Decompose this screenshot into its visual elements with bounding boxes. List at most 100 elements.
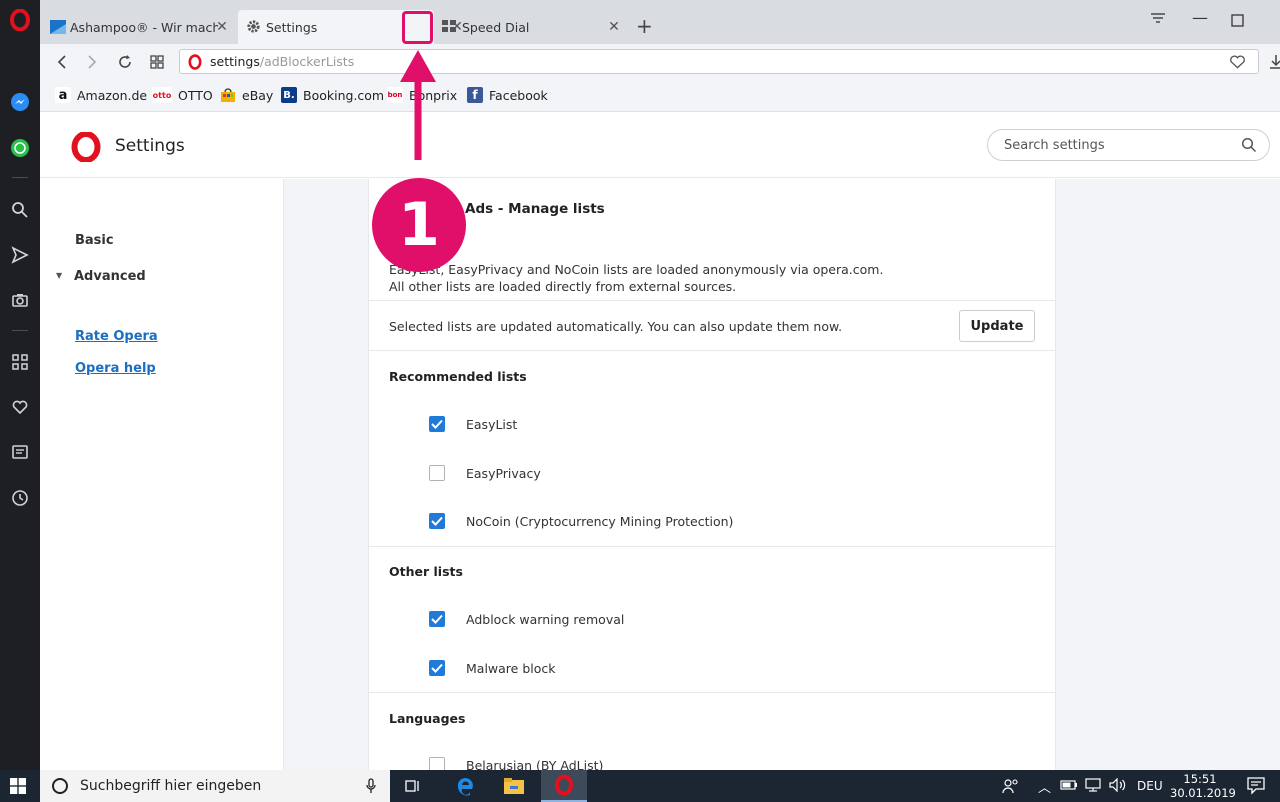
bonprix-icon: bon — [387, 87, 403, 103]
checkbox-nocoin[interactable] — [429, 513, 445, 529]
checkbox-malware-block[interactable] — [429, 660, 445, 676]
bookmark-bonprix[interactable]: bon Bonprix — [387, 87, 457, 103]
update-button[interactable]: Update — [959, 310, 1035, 342]
section-languages: Languages — [389, 711, 466, 726]
bookmark-label: Booking.com — [303, 87, 385, 103]
minimize-button[interactable]: — — [1192, 8, 1208, 27]
bookmark-label: Bonprix — [409, 87, 458, 103]
history-icon[interactable] — [8, 486, 32, 510]
settings-header: Settings Search settings — [40, 113, 1280, 178]
url-host: settings — [210, 54, 260, 69]
download-icon[interactable] — [1266, 52, 1280, 72]
nav-basic[interactable]: Basic — [75, 233, 114, 248]
card-title: Ads - Manage lists — [465, 201, 605, 217]
checkbox-easylist[interactable] — [429, 416, 445, 432]
messenger-icon[interactable] — [8, 90, 32, 114]
volume-icon[interactable] — [1108, 777, 1128, 795]
close-icon[interactable]: ✕ — [606, 19, 622, 35]
card-description: EasyList, EasyPrivacy and NoCoin lists a… — [389, 261, 883, 295]
tab-speed-dial[interactable]: Speed Dial ✕ — [434, 10, 630, 44]
opera-menu-icon[interactable] — [8, 8, 32, 32]
step-number-badge: 1 — [372, 178, 466, 272]
checkmark-icon — [431, 663, 443, 673]
bookmark-label: OTTO — [178, 87, 213, 103]
bookmarks-bar: a Amazon.de otto OTTO eBay B. Booking.co… — [40, 80, 1280, 112]
checkbox-adblock-warning-removal[interactable] — [429, 611, 445, 627]
new-tab-button[interactable]: + — [636, 14, 653, 38]
tab-label: Settings — [266, 19, 318, 35]
battery-icon[interactable] — [1060, 778, 1078, 795]
back-button[interactable] — [52, 52, 72, 72]
bookmark-booking[interactable]: B. Booking.com — [281, 87, 384, 103]
checkbox-label: Malware block — [466, 661, 556, 676]
opera-logo-icon — [555, 774, 573, 796]
forward-button[interactable] — [82, 52, 102, 72]
file-explorer-icon[interactable] — [502, 774, 526, 798]
address-toolbar: settings/adBlockerLists — [40, 44, 1280, 80]
nav-advanced[interactable]: Advanced — [74, 269, 146, 284]
checkmark-icon — [431, 419, 443, 429]
facebook-icon: f — [467, 87, 483, 103]
action-center-icon[interactable] — [1246, 776, 1266, 799]
taskbar-search-input[interactable]: Suchbegriff hier eingeben — [40, 770, 390, 802]
taskbar-opera-app[interactable] — [541, 770, 587, 802]
url-path: /adBlockerLists — [259, 54, 355, 69]
search-icon — [1241, 137, 1257, 157]
link-opera-help[interactable]: Opera help — [75, 361, 156, 376]
clock-date: 30.01.2019 — [1170, 786, 1236, 800]
edge-icon[interactable] — [453, 774, 477, 798]
section-recommended-lists: Recommended lists — [389, 369, 527, 384]
checkmark-icon — [431, 614, 443, 624]
chevron-up-icon[interactable]: ︿ — [1038, 777, 1051, 796]
taskbar-clock[interactable]: 15:51 30.01.2019 — [1170, 772, 1236, 800]
opera-logo-icon — [71, 131, 101, 166]
settings-left-nav: Basic ▼ Advanced Rate Opera Opera help — [40, 179, 284, 770]
link-rate-opera[interactable]: Rate Opera — [75, 329, 158, 344]
news-icon[interactable] — [8, 440, 32, 464]
send-icon[interactable] — [8, 243, 32, 267]
update-description: Selected lists are updated automatically… — [389, 319, 843, 334]
network-icon[interactable] — [1084, 778, 1102, 795]
search-input[interactable]: Search settings — [987, 129, 1270, 161]
bookmark-otto[interactable]: otto OTTO — [152, 87, 213, 103]
people-icon[interactable] — [1002, 778, 1020, 797]
bookmark-label: Amazon.de — [77, 87, 148, 103]
checkbox-label: Belarusian (BY AdList) — [466, 758, 604, 770]
screen: Ashampoo® - Wir machen ✕ Settings ✕ Spee… — [0, 0, 1280, 802]
tabs-overview-icon[interactable] — [147, 52, 167, 72]
search-placeholder: Search settings — [1004, 137, 1105, 153]
checkbox-easyprivacy[interactable] — [429, 465, 445, 481]
whatsapp-icon[interactable] — [8, 136, 32, 160]
manage-lists-card: Ads - Manage lists EasyList, EasyPrivacy… — [368, 179, 1056, 770]
search-icon[interactable] — [8, 198, 32, 222]
bookmark-facebook[interactable]: f Facebook — [467, 87, 548, 103]
cortana-icon — [51, 777, 69, 799]
booking-icon: B. — [281, 87, 297, 103]
maximize-button[interactable] — [1231, 12, 1244, 31]
tab-menu-icon[interactable] — [1150, 10, 1166, 29]
windows-start-icon[interactable] — [6, 774, 30, 798]
address-bar[interactable]: settings/adBlockerLists — [179, 49, 1259, 74]
section-other-lists: Other lists — [389, 564, 463, 579]
speed-dial-icon[interactable] — [8, 350, 32, 374]
bookmark-label: eBay — [242, 87, 274, 103]
heart-icon[interactable] — [8, 395, 32, 419]
checkbox-label: EasyPrivacy — [466, 466, 541, 481]
checkbox-label: Adblock warning removal — [466, 612, 625, 627]
close-icon[interactable]: ✕ — [214, 19, 230, 35]
bookmark-ebay[interactable]: eBay — [220, 87, 273, 103]
input-language[interactable]: DEU — [1137, 779, 1163, 793]
tab-label: Speed Dial — [462, 19, 530, 35]
camera-icon[interactable] — [8, 288, 32, 312]
microphone-icon[interactable] — [366, 778, 376, 798]
checkbox-label: EasyList — [466, 417, 518, 432]
bookmark-amazon[interactable]: a Amazon.de — [55, 87, 147, 103]
checkbox-belarusian[interactable] — [429, 757, 445, 770]
reload-button[interactable] — [115, 52, 135, 72]
tab-ashampoo[interactable]: Ashampoo® - Wir machen ✕ — [42, 10, 238, 44]
highlight-box — [402, 11, 433, 44]
tab-label: Ashampoo® - Wir machen — [70, 19, 218, 35]
bookmark-label: Facebook — [489, 87, 548, 103]
bookmark-heart-icon[interactable] — [1229, 54, 1246, 73]
task-view-icon[interactable] — [401, 774, 425, 798]
